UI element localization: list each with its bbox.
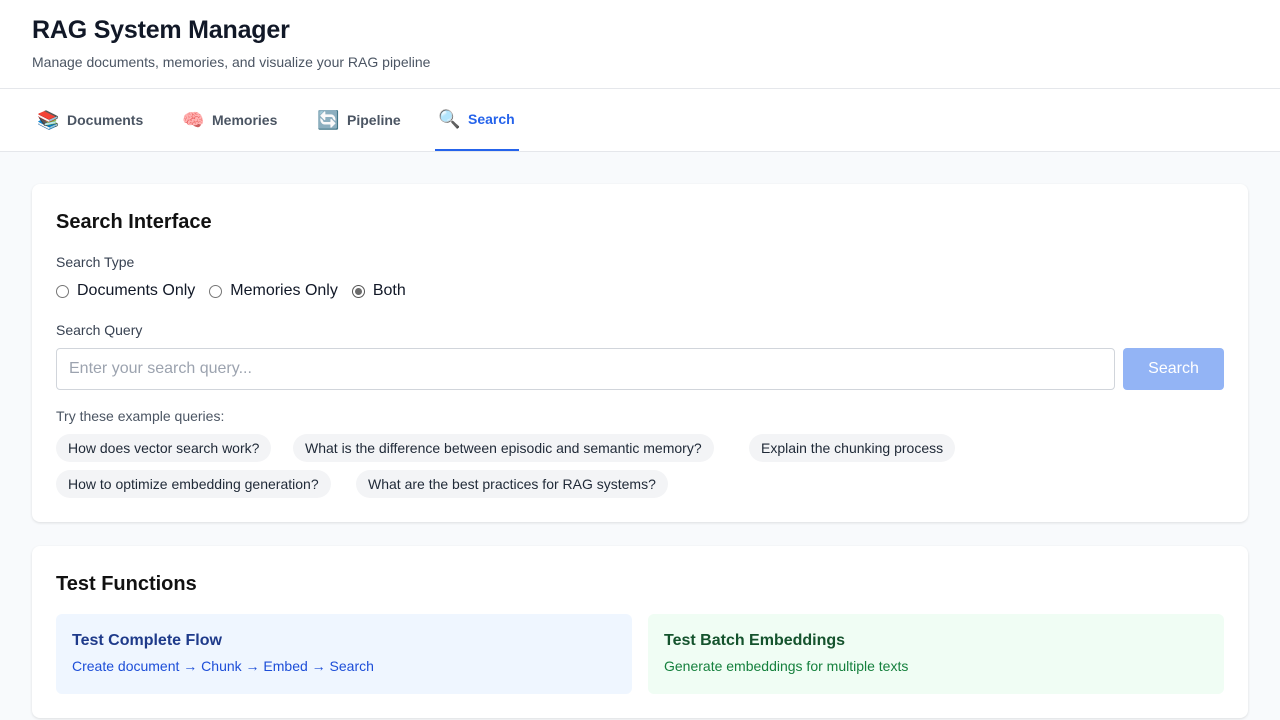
tab-label: Documents	[67, 112, 144, 128]
radio-button[interactable]	[56, 284, 69, 298]
search-query-label: Search Query	[56, 322, 143, 338]
radio-memories-only[interactable]: Memories Only	[209, 282, 338, 300]
example-queries-label: Try these example queries:	[56, 408, 225, 424]
search-type-label: Search Type	[56, 254, 135, 270]
tab-memories[interactable]: 🧠 Memories	[179, 89, 280, 151]
test-title: Test Batch Embeddings	[664, 632, 846, 649]
radio-button[interactable]	[209, 284, 223, 298]
page-subtitle: Manage documents, memories, and visualiz…	[32, 54, 431, 70]
tab-search[interactable]: 🔍 Search	[435, 89, 519, 151]
example-query-chip[interactable]: What is the difference between episodic …	[293, 434, 714, 462]
radio-both[interactable]: Both	[351, 282, 406, 300]
refresh-icon: 🔄	[317, 110, 340, 130]
radio-label: Memories Only	[230, 282, 338, 299]
brain-icon: 🧠	[182, 110, 205, 130]
tab-label: Search	[468, 111, 515, 127]
radio-documents-only[interactable]: Documents Only	[56, 282, 195, 300]
radio-label: Both	[372, 282, 406, 299]
test-title: Test Complete Flow	[72, 632, 222, 649]
tab-label: Pipeline	[347, 112, 401, 128]
books-icon: 📚	[37, 110, 60, 130]
search-button[interactable]: Search	[1123, 348, 1224, 390]
app-header: RAG System Manager Manage documents, mem…	[0, 0, 1280, 89]
example-query-chip[interactable]: What are the best practices for RAG syst…	[356, 470, 668, 498]
test-description: Generate embeddings for multiple texts	[664, 658, 909, 674]
tab-pipeline[interactable]: 🔄 Pipeline	[314, 89, 404, 151]
tab-label: Memories	[212, 112, 278, 128]
search-interface-title: Search Interface	[56, 211, 212, 233]
test-complete-flow-button[interactable]: Test Complete Flow Create document → Chu…	[56, 614, 632, 694]
radio-button[interactable]	[351, 284, 365, 298]
tab-documents[interactable]: 📚 Documents	[34, 89, 146, 151]
page-title: RAG System Manager	[32, 16, 290, 44]
example-query-chip[interactable]: How to optimize embedding generation?	[56, 470, 331, 498]
search-input[interactable]	[56, 348, 1115, 390]
tab-bar: 📚 Documents 🧠 Memories 🔄 Pipeline 🔍 Sear…	[0, 89, 1280, 152]
search-type-radio-group: Documents Only Memories Only Both	[56, 282, 420, 300]
search-interface-card: Search Interface Search Type Documents O…	[32, 184, 1248, 522]
test-functions-title: Test Functions	[56, 573, 197, 595]
example-query-chip[interactable]: Explain the chunking process	[749, 434, 956, 462]
test-functions-card: Test Functions Test Complete Flow Create…	[32, 546, 1248, 718]
magnifier-icon: 🔍	[438, 109, 461, 129]
example-query-chip[interactable]: How does vector search work?	[56, 434, 272, 462]
radio-label: Documents Only	[77, 282, 196, 299]
test-batch-embeddings-button[interactable]: Test Batch Embeddings Generate embedding…	[648, 614, 1224, 694]
test-description: Create document → Chunk → Embed → Search	[72, 658, 374, 674]
